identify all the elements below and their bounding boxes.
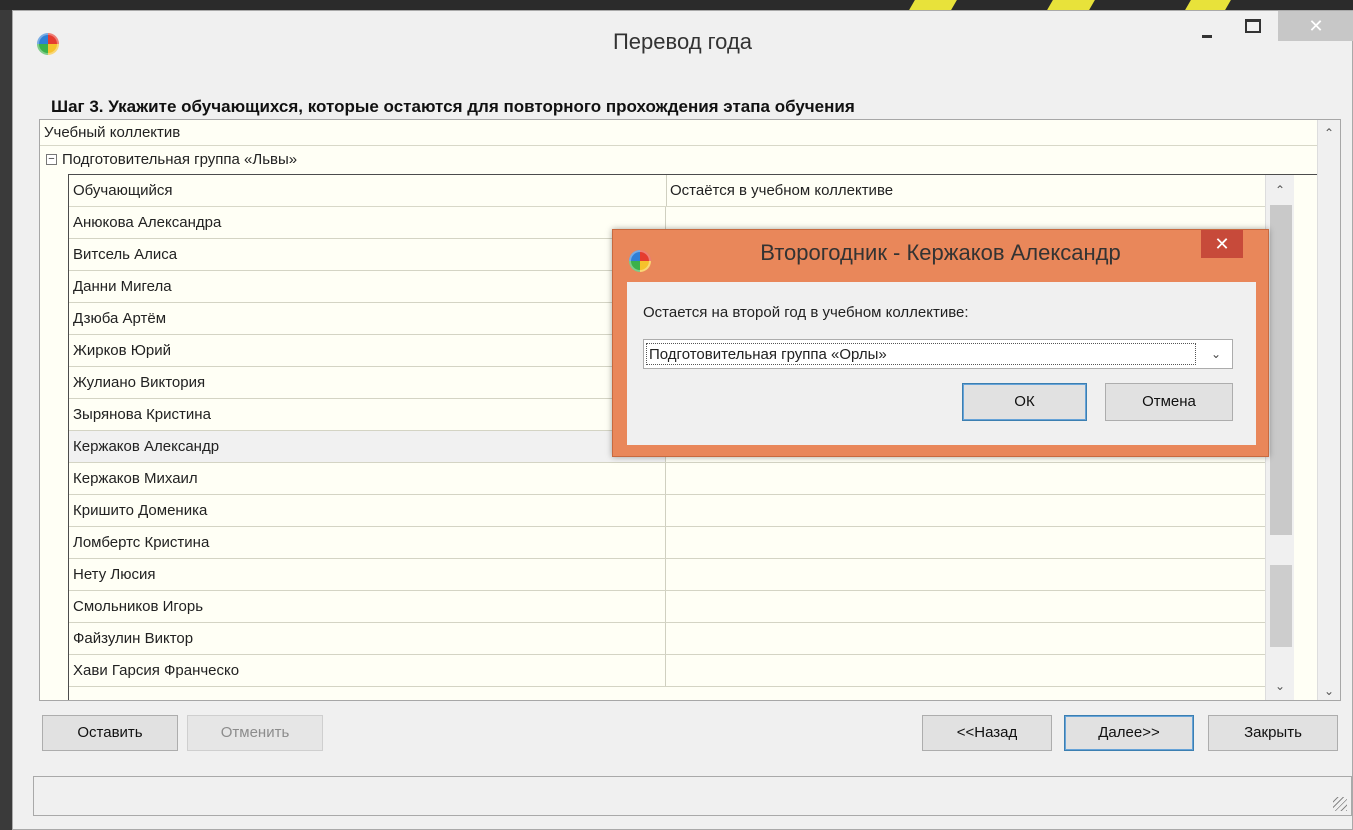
table-row[interactable]: Ломбертс Кристина [69, 527, 1265, 559]
scroll-thumb[interactable] [1270, 565, 1292, 647]
minimize-icon [1202, 35, 1212, 38]
student-cell[interactable]: Кержаков Александр [69, 431, 666, 462]
back-button[interactable]: <<Назад [922, 715, 1052, 751]
student-cell[interactable]: Ломбертс Кристина [69, 527, 666, 558]
student-cell[interactable]: Нету Люсия [69, 559, 666, 590]
collective-select-label: Остается на второй год в учебном коллект… [643, 304, 969, 321]
student-name: Смольников Игорь [73, 598, 204, 615]
table-row[interactable]: Нету Люсия [69, 559, 1265, 591]
table-row[interactable]: Кришито Доменика [69, 495, 1265, 527]
step-heading: Шаг 3. Укажите обучающихся, которые оста… [51, 97, 855, 116]
students-grid-header: Обучающийся Остаётся в учебном коллектив… [69, 175, 1265, 207]
cancel-mark-button[interactable]: Отменить [187, 715, 323, 751]
maximize-button[interactable] [1233, 11, 1271, 37]
student-cell[interactable]: Файзулин Виктор [69, 623, 666, 654]
student-name: Данни Мигела [73, 278, 172, 295]
title-bar[interactable]: Перевод года ✕ [13, 11, 1353, 75]
ok-button[interactable]: ОК [962, 383, 1087, 421]
student-name: Хави Гарсия Франческо [73, 662, 240, 679]
student-name: Кержаков Михаил [73, 470, 198, 487]
maximize-icon [1245, 19, 1261, 33]
resize-grip-icon[interactable] [1333, 797, 1347, 811]
student-cell[interactable]: Дзюба Артём [69, 303, 666, 334]
scroll-up-icon[interactable]: ⌃ [1266, 183, 1294, 197]
student-cell[interactable]: Зырянова Кристина [69, 399, 666, 430]
collapse-icon[interactable]: − [46, 154, 57, 165]
column-header-remains[interactable]: Остаётся в учебном коллективе [670, 175, 893, 206]
student-name: Жулиано Виктория [73, 374, 206, 391]
repeat-year-dialog: Второгодник - Кержаков Александр ✕ Остае… [612, 229, 1269, 457]
window-close-button[interactable]: ✕ [1278, 11, 1353, 41]
close-icon: ✕ [1308, 16, 1324, 36]
close-button[interactable]: Закрыть [1208, 715, 1338, 751]
minimize-button[interactable] [1188, 11, 1226, 38]
outer-scroll-down-icon[interactable]: ⌄ [1318, 684, 1340, 698]
outer-scrollbar[interactable]: ⌃ ⌄ [1317, 120, 1340, 700]
desktop-strip [0, 0, 1353, 10]
student-name: Кришито Доменика [73, 502, 208, 519]
column-header-student[interactable]: Обучающийся [73, 175, 173, 206]
students-scrollbar[interactable]: ⌃ ⌄ [1265, 175, 1294, 700]
dialog-close-button[interactable]: ✕ [1201, 230, 1243, 258]
next-button[interactable]: Далее>> [1064, 715, 1194, 751]
student-name: Дзюба Артём [73, 310, 167, 327]
group-row[interactable]: − Подготовительная группа «Львы» [40, 147, 1318, 173]
dialog-cancel-button[interactable]: Отмена [1105, 383, 1233, 421]
outer-scroll-up-icon[interactable]: ⌃ [1318, 126, 1340, 140]
student-name: Нету Люсия [73, 566, 156, 583]
collective-select-value: Подготовительная группа «Орлы» [646, 343, 1196, 365]
student-name: Витсель Алиса [73, 246, 178, 263]
student-cell[interactable]: Анюкова Александра [69, 207, 666, 238]
status-bar [33, 776, 1352, 816]
student-name: Анюкова Александра [73, 214, 222, 231]
scroll-down-icon[interactable]: ⌄ [1266, 679, 1294, 693]
dialog-close-icon: ✕ [1214, 234, 1230, 254]
student-cell[interactable]: Смольников Игорь [69, 591, 666, 622]
student-name: Файзулин Виктор [73, 630, 194, 647]
leave-button[interactable]: Оставить [42, 715, 178, 751]
table-row[interactable]: Смольников Игорь [69, 591, 1265, 623]
chevron-down-icon[interactable]: ⌄ [1200, 340, 1232, 368]
table-row[interactable]: Файзулин Виктор [69, 623, 1265, 655]
scroll-track[interactable] [1270, 205, 1292, 535]
student-cell[interactable]: Кержаков Михаил [69, 463, 666, 494]
student-name: Зырянова Кристина [73, 406, 211, 423]
group-label: Подготовительная группа «Львы» [62, 151, 298, 168]
student-cell[interactable]: Кришито Доменика [69, 495, 666, 526]
dialog-body: Остается на второй год в учебном коллект… [627, 282, 1256, 445]
table-row[interactable]: Хави Гарсия Франческо [69, 655, 1265, 687]
student-cell[interactable]: Данни Мигела [69, 271, 666, 302]
student-cell[interactable]: Жирков Юрий [69, 335, 666, 366]
student-cell[interactable]: Жулиано Виктория [69, 367, 666, 398]
student-cell[interactable]: Витсель Алиса [69, 239, 666, 270]
collective-select[interactable]: Подготовительная группа «Орлы» ⌄ [643, 339, 1233, 369]
collective-column-header[interactable]: Учебный коллектив [40, 120, 1318, 146]
student-name: Ломбертс Кристина [73, 534, 210, 551]
student-name: Кержаков Александр [73, 438, 220, 455]
dialog-title[interactable]: Второгодник - Кержаков Александр [613, 240, 1268, 266]
student-name: Жирков Юрий [73, 342, 172, 359]
student-cell[interactable]: Хави Гарсия Франческо [69, 655, 666, 686]
table-row[interactable]: Кержаков Михаил [69, 463, 1265, 495]
window-title: Перевод года [612, 29, 753, 54]
